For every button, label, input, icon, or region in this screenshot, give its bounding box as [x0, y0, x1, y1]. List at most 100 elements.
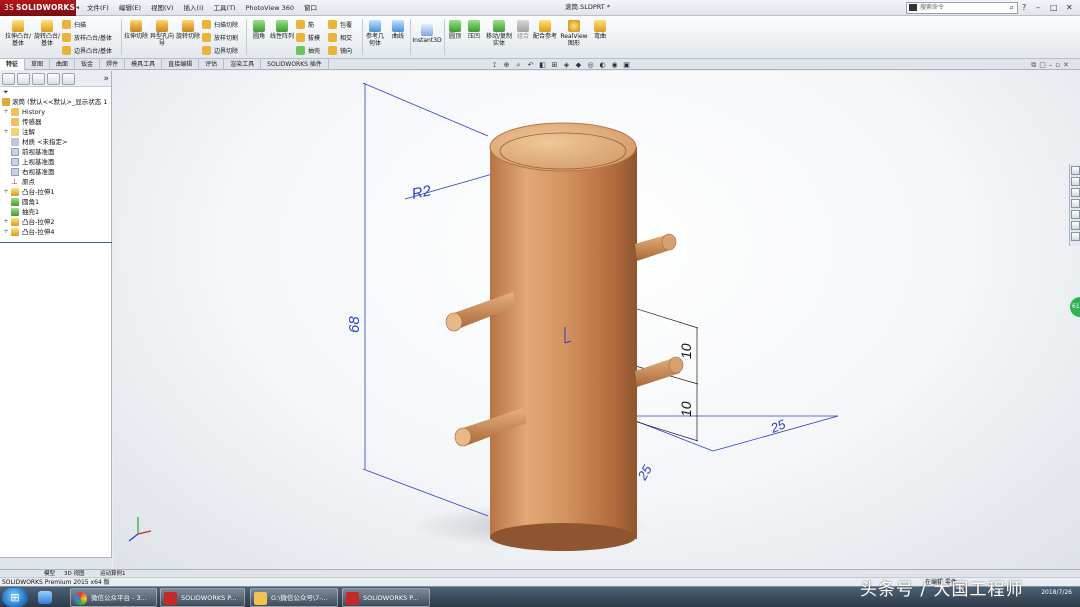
revolve-cut-button[interactable]: 旋转切除 [176, 20, 200, 40]
previous-view-icon[interactable]: ↶ [526, 61, 535, 69]
boundary-cut-button[interactable]: 边界切除 [202, 44, 238, 56]
file-explorer-icon[interactable] [1071, 199, 1080, 208]
tree-item[interactable]: + History [0, 107, 111, 117]
taskbar-item-browser[interactable]: 微信公众平台 - 3... [70, 588, 157, 607]
tree-item[interactable]: 传感器 [0, 117, 111, 127]
ref-geometry-button[interactable]: 参考几何体 [364, 20, 386, 47]
taskbar-item-explorer[interactable]: G:\微信公众号\7-... [250, 588, 338, 607]
dimxpert-tab-icon[interactable] [47, 73, 60, 85]
dynamic-annotation-icon[interactable]: ⊞ [550, 61, 559, 69]
expand-icon[interactable]: + [2, 127, 10, 137]
zoom-area-icon[interactable]: ⌕ [514, 61, 523, 69]
tree-item[interactable]: 抽壳1 [0, 207, 111, 217]
height-dimension[interactable]: 68 [346, 316, 363, 333]
pin-right-middle[interactable] [635, 356, 684, 387]
menu-file[interactable]: 文件(F) [82, 0, 114, 16]
tree-item[interactable]: 圆角1 [0, 197, 111, 207]
instant3d-button[interactable]: Instant3D [412, 24, 442, 44]
rollback-bar[interactable] [0, 242, 112, 243]
extrude-boss-button[interactable]: 拉伸凸台/基体 [3, 20, 33, 47]
extrude-cut-button[interactable]: 拉伸切除 [124, 20, 148, 40]
flex-button[interactable]: 弯曲 [590, 20, 610, 40]
feature-manager-tab-icon[interactable] [2, 73, 15, 85]
pin-spacing-dimension-2[interactable]: 10 [678, 401, 694, 417]
sweep-button[interactable]: 扫描 [62, 18, 86, 30]
intersect-button[interactable]: 相交 [328, 31, 352, 43]
shell-button[interactable]: 抽壳 [296, 44, 320, 56]
tree-item[interactable]: + 凸台-拉伸1 [0, 187, 111, 197]
expand-icon[interactable]: + [2, 107, 10, 117]
section-view-icon[interactable]: ◧ [538, 61, 547, 69]
tab-evaluate[interactable]: 评估 [199, 59, 225, 70]
cylinder-body[interactable] [490, 147, 637, 539]
view-settings-icon[interactable]: ▣ [622, 61, 631, 69]
resources-icon[interactable] [1071, 177, 1080, 186]
expand-icon[interactable]: + [2, 187, 10, 197]
expand-icon[interactable]: + [2, 227, 10, 237]
tree-item[interactable]: 材质 <未指定> [0, 137, 111, 147]
search-command-input[interactable]: 搜索命令 ⌕ [906, 2, 1018, 14]
tab-features[interactable]: 特征 [0, 59, 26, 70]
solidworks-logo[interactable]: 3S SOLIDWORKS [0, 0, 76, 16]
search-icon[interactable]: ⌕ [1010, 3, 1014, 13]
menu-edit[interactable]: 编辑(E) [114, 0, 146, 16]
revolve-boss-button[interactable]: 旋转凸台/基体 [33, 20, 61, 47]
pin-icon[interactable]: ⟟ [490, 61, 499, 69]
home-icon[interactable] [1071, 166, 1080, 175]
lofted-cut-button[interactable]: 放样切割 [202, 31, 238, 43]
close-icon[interactable]: ✕ [1066, 0, 1073, 16]
maximize-icon[interactable]: □ [1050, 0, 1058, 16]
pin-right-top[interactable] [635, 233, 677, 261]
tree-item[interactable]: ⊥ 原点 [0, 177, 111, 187]
taskbar-item-solidworks-2[interactable]: SOLIDWORKS P... [342, 588, 430, 607]
move-copy-button[interactable]: 移动/复制实体 [485, 20, 513, 47]
hide-show-icon[interactable]: ◎ [586, 61, 595, 69]
panel-scrollbar[interactable] [0, 557, 112, 569]
zoom-fit-icon[interactable]: ⊕ [502, 61, 511, 69]
config-manager-tab-icon[interactable] [32, 73, 45, 85]
menu-window[interactable]: 窗口 [299, 0, 322, 16]
curves-button[interactable]: 曲线 [388, 20, 408, 40]
tree-root[interactable]: 滚筒 (默认<<默认>_显示状态 1 [0, 97, 111, 107]
baidu-netdisk-icon[interactable] [38, 591, 52, 604]
menu-insert[interactable]: 插入(I) [179, 0, 209, 16]
menu-view[interactable]: 视图(V) [146, 0, 179, 16]
custom-properties-icon[interactable] [1071, 232, 1080, 241]
hole-wizard-button[interactable]: 异型孔向导 [149, 20, 175, 47]
tree-item[interactable]: + 注解 [0, 127, 111, 137]
width-dimension[interactable]: 25 [768, 416, 789, 436]
tree-item[interactable]: 右视基准面 [0, 167, 111, 177]
tab-surfaces[interactable]: 曲面 [50, 59, 76, 70]
help-icon[interactable]: ? [1022, 0, 1026, 16]
linear-pattern-button[interactable]: 线性阵列 [270, 20, 294, 40]
loft-button[interactable]: 放样凸台/基体 [62, 31, 112, 43]
tab-sheet-metal[interactable]: 钣金 [75, 59, 101, 70]
depth-dimension[interactable]: 25 [634, 462, 655, 484]
graphics-area[interactable]: R2 68 25 25 10 10 61 [113, 71, 1080, 569]
edit-appearance-icon[interactable]: ◐ [598, 61, 607, 69]
boundary-boss-button[interactable]: 边界凸台/基体 [62, 44, 112, 56]
swept-cut-button[interactable]: 扫描切除 [202, 18, 238, 30]
appearances-icon[interactable] [1071, 221, 1080, 230]
tab-mold-tools[interactable]: 模具工具 [125, 59, 163, 70]
view-orientation-icon[interactable]: ◈ [562, 61, 571, 69]
property-manager-tab-icon[interactable] [17, 73, 30, 85]
design-library-icon[interactable] [1071, 188, 1080, 197]
scene-icon[interactable]: ◉ [610, 61, 619, 69]
tab-weldments[interactable]: 焊件 [100, 59, 126, 70]
draft-button[interactable]: 拔模 [296, 31, 320, 43]
tree-item[interactable]: + 凸台-拉伸4 [0, 227, 111, 237]
menu-tools[interactable]: 工具(T) [209, 0, 241, 16]
indent-button[interactable]: 压凹 [465, 20, 483, 40]
combine-button[interactable]: 组合 [514, 20, 532, 40]
tree-item[interactable]: 上视基准面 [0, 157, 111, 167]
mirror-button[interactable]: 镜向 [328, 44, 352, 56]
fillet-button[interactable]: 圆角 [249, 20, 269, 40]
wrap-button[interactable]: 包覆 [328, 18, 352, 30]
system-clock[interactable]: 2018/7/26 [1041, 589, 1072, 597]
display-manager-tab-icon[interactable] [62, 73, 75, 85]
realview-button[interactable]: RealView 图形 [558, 20, 590, 47]
tab-render-tools[interactable]: 渲染工具 [224, 59, 262, 70]
tab-direct-editing[interactable]: 直接编辑 [162, 59, 200, 70]
taskbar-item-solidworks[interactable]: SOLIDWORKS P... [160, 588, 245, 607]
